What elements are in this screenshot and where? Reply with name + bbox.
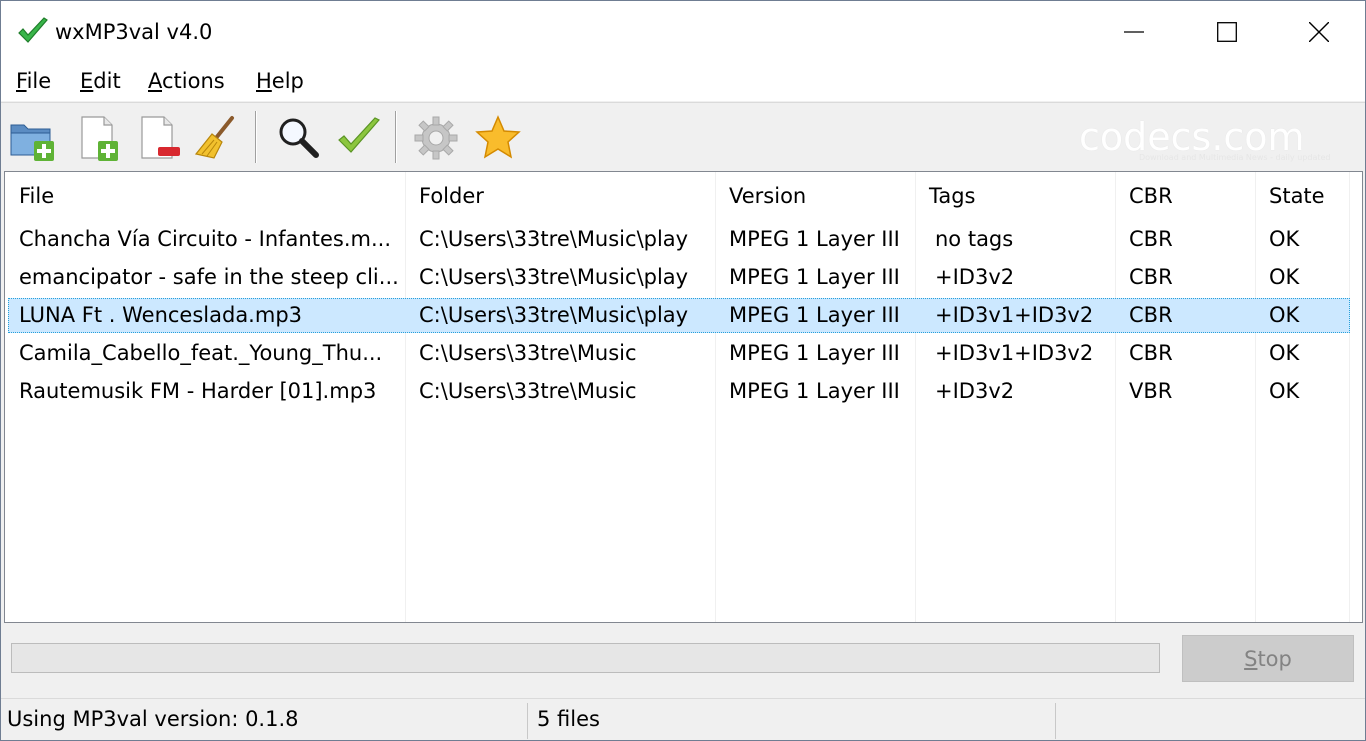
- status-divider: [527, 703, 528, 739]
- maximize-icon: [1217, 22, 1237, 42]
- table-row[interactable]: Chancha Vía Circuito - Infantes.m... C:\…: [8, 222, 1350, 257]
- menu-bar: File Edit Actions Help: [1, 63, 1365, 101]
- menu-edit[interactable]: Edit: [80, 69, 121, 93]
- menu-file[interactable]: File: [16, 69, 51, 93]
- cell-version: MPEG 1 Layer III: [729, 341, 900, 365]
- column-header-cbr[interactable]: CBR: [1129, 184, 1173, 208]
- checkmark-app-icon: [16, 15, 50, 49]
- file-list[interactable]: File Folder Version Tags CBR State Chanc…: [4, 171, 1363, 623]
- favorite-button[interactable]: [473, 113, 523, 163]
- cell-cbr: CBR: [1129, 227, 1173, 251]
- cell-folder: C:\Users\33tre\Music\play: [419, 265, 689, 289]
- status-file-count: 5 files: [537, 707, 600, 731]
- cell-version: MPEG 1 Layer III: [729, 227, 900, 251]
- column-header-state[interactable]: State: [1269, 184, 1325, 208]
- cell-file: Camila_Cabello_feat._Young_Thu...: [19, 341, 383, 365]
- cell-tags: +ID3v2: [935, 379, 1015, 403]
- remove-file-button[interactable]: [134, 113, 184, 163]
- status-bar: Using MP3val version: 0.1.8 5 files: [1, 698, 1365, 740]
- table-row-selected[interactable]: LUNA Ft . Wenceslada.mp3 C:\Users\33tre\…: [8, 298, 1350, 333]
- cell-state: OK: [1269, 303, 1300, 327]
- toolbar-separator: [395, 111, 397, 163]
- toolbar: codecs.com Download and Multimedia News …: [1, 102, 1365, 170]
- cell-cbr: VBR: [1129, 379, 1173, 403]
- cell-file: Rautemusik FM - Harder [01].mp3: [19, 379, 377, 403]
- cell-folder: C:\Users\33tre\Music: [419, 341, 637, 365]
- clear-list-button[interactable]: [191, 113, 241, 163]
- cell-tags: no tags: [935, 227, 1014, 251]
- status-version: Using MP3val version: 0.1.8: [7, 707, 299, 731]
- column-header-version[interactable]: Version: [729, 184, 806, 208]
- cell-state: OK: [1269, 341, 1300, 365]
- table-row[interactable]: Camila_Cabello_feat._Young_Thu... C:\Use…: [8, 336, 1350, 371]
- cell-cbr: CBR: [1129, 341, 1173, 365]
- minimize-button[interactable]: [1088, 1, 1180, 63]
- cell-tags: +ID3v1+ID3v2: [935, 303, 1094, 327]
- column-header-folder[interactable]: Folder: [419, 184, 484, 208]
- cell-folder: C:\Users\33tre\Music\play: [419, 227, 689, 251]
- search-icon: [279, 118, 319, 158]
- progress-bar: [11, 643, 1160, 673]
- app-window: wxMP3val v4.0 File Edit Actions Help cod…: [0, 0, 1366, 741]
- remove-file-icon: [141, 116, 180, 159]
- table-row[interactable]: emancipator - safe in the steep cli... C…: [8, 260, 1350, 295]
- column-header-tags[interactable]: Tags: [929, 184, 976, 208]
- menu-help[interactable]: Help: [256, 69, 304, 93]
- cell-version: MPEG 1 Layer III: [729, 303, 900, 327]
- cell-version: MPEG 1 Layer III: [729, 379, 900, 403]
- title-bar[interactable]: wxMP3val v4.0: [1, 1, 1365, 63]
- window-title: wxMP3val v4.0: [55, 20, 213, 44]
- cell-tags: +ID3v2: [935, 265, 1015, 289]
- cell-file: Chancha Vía Circuito - Infantes.m...: [19, 227, 391, 251]
- cell-file: LUNA Ft . Wenceslada.mp3: [19, 303, 303, 327]
- gear-icon: [414, 116, 458, 160]
- cell-state: OK: [1269, 379, 1300, 403]
- cell-folder: C:\Users\33tre\Music: [419, 379, 637, 403]
- table-row[interactable]: Rautemusik FM - Harder [01].mp3 C:\Users…: [8, 374, 1350, 409]
- maximize-button[interactable]: [1181, 1, 1273, 63]
- cell-version: MPEG 1 Layer III: [729, 265, 900, 289]
- add-folder-icon: [10, 124, 54, 161]
- close-icon: [1309, 22, 1329, 42]
- cell-tags: +ID3v1+ID3v2: [935, 341, 1094, 365]
- watermark-tagline: Download and Multimedia News - daily upd…: [1139, 153, 1331, 162]
- menu-actions[interactable]: Actions: [148, 69, 225, 93]
- column-header-file[interactable]: File: [19, 184, 54, 208]
- cell-folder: C:\Users\33tre\Music\play: [419, 303, 689, 327]
- cell-state: OK: [1269, 227, 1300, 251]
- cell-cbr: CBR: [1129, 303, 1173, 327]
- status-divider: [1055, 703, 1056, 739]
- cell-file: emancipator - safe in the steep cli...: [19, 265, 399, 289]
- stop-button[interactable]: Stop: [1182, 635, 1354, 682]
- cell-state: OK: [1269, 265, 1300, 289]
- close-button[interactable]: [1273, 1, 1365, 63]
- cell-cbr: CBR: [1129, 265, 1173, 289]
- add-file-icon: [81, 116, 118, 161]
- minimize-icon: [1124, 31, 1144, 33]
- star-icon: [475, 115, 521, 159]
- add-folder-button[interactable]: [7, 113, 57, 163]
- fix-button[interactable]: [334, 113, 384, 163]
- settings-button[interactable]: [411, 113, 461, 163]
- scan-button[interactable]: [273, 113, 323, 163]
- toolbar-separator: [255, 111, 257, 163]
- add-file-button[interactable]: [74, 113, 124, 163]
- broom-icon: [194, 116, 234, 159]
- checkmark-icon: [338, 117, 380, 153]
